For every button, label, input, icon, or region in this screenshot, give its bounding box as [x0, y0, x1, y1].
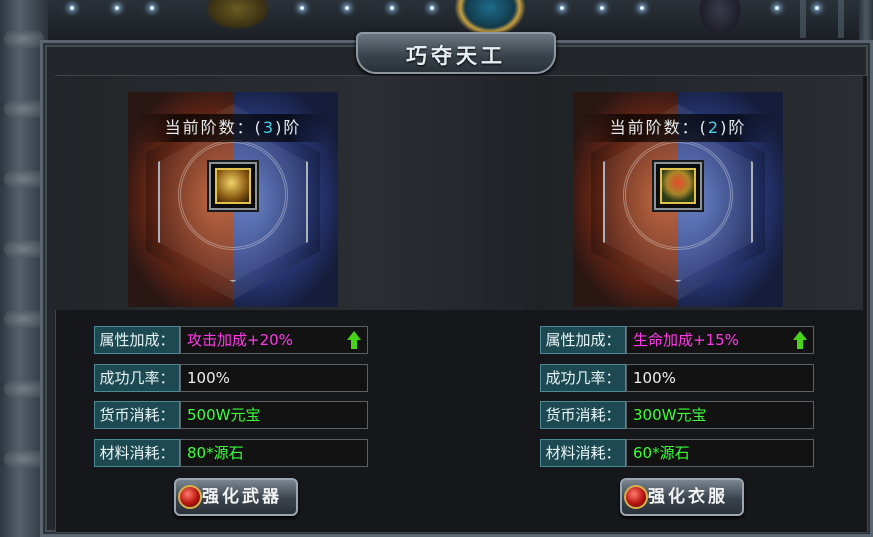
currency-cost-value: 500W元宝	[180, 401, 368, 429]
scene-pillar	[838, 0, 844, 38]
currency-cost-label: 货币消耗：	[540, 401, 626, 429]
material-cost-value: 60*源石	[626, 439, 814, 467]
window-title: 巧夺天工	[406, 43, 506, 68]
attribute-bonus-text: 生命加成+15%	[633, 331, 739, 349]
armor-item-icon	[660, 168, 696, 204]
tier-value: 2	[707, 118, 721, 137]
scene-npc	[205, 0, 270, 30]
lamp-light	[775, 6, 779, 10]
tier-suffix: )阶	[275, 118, 302, 137]
currency-cost-label: 货币消耗：	[94, 401, 180, 429]
lamp-light	[430, 6, 434, 10]
armor-tier-label: 当前阶数：(2)阶	[583, 114, 773, 142]
attribute-bonus-text: 攻击加成+20%	[187, 331, 293, 349]
success-rate-value: 100%	[626, 364, 814, 392]
weapon-item-slot[interactable]	[209, 162, 257, 210]
pillar-ornament	[4, 170, 44, 188]
armor-item-slot[interactable]	[654, 162, 702, 210]
tier-suffix: )阶	[720, 118, 747, 137]
scene-npc	[700, 0, 740, 34]
material-cost-label: 材料消耗：	[540, 439, 626, 467]
pillar-ornament	[4, 310, 44, 328]
tier-prefix: 当前阶数：(	[164, 118, 263, 137]
lamp-light	[390, 6, 394, 10]
enhance-weapon-button[interactable]: 强化武器	[174, 478, 298, 516]
window-title-plate: 巧夺天工	[356, 32, 556, 74]
material-cost-label: 材料消耗：	[94, 439, 180, 467]
enhance-armor-button[interactable]: 强化衣服	[620, 478, 744, 516]
weapon-tier-label: 当前阶数：(3)阶	[138, 114, 328, 142]
enhance-weapon-label: 强化武器	[202, 487, 282, 507]
success-rate-label: 成功几率：	[94, 364, 180, 392]
attribute-bonus-label: 属性加成：	[540, 326, 626, 354]
lamp-light	[345, 6, 349, 10]
currency-cost-value: 300W元宝	[626, 401, 814, 429]
scene-pillar	[800, 0, 806, 38]
success-rate-value: 100%	[180, 364, 368, 392]
lamp-light	[70, 6, 74, 10]
attribute-bonus-value: 攻击加成+20%	[180, 326, 368, 354]
pillar-ornament	[4, 380, 44, 398]
tier-prefix: 当前阶数：(	[609, 118, 708, 137]
lamp-light	[815, 6, 819, 10]
enhance-armor-label: 强化衣服	[648, 487, 728, 507]
attribute-bonus-label: 属性加成：	[94, 326, 180, 354]
scene-player-character	[455, 0, 525, 36]
red-gem-icon	[178, 485, 202, 509]
tier-value: 3	[262, 118, 276, 137]
material-cost-value: 80*源石	[180, 439, 368, 467]
up-arrow-icon	[793, 331, 807, 349]
lamp-light	[600, 6, 604, 10]
pillar-ornament	[4, 100, 44, 118]
weapon-item-icon	[215, 168, 251, 204]
up-arrow-icon	[347, 331, 361, 349]
success-rate-label: 成功几率：	[540, 364, 626, 392]
lamp-light	[560, 6, 564, 10]
red-gem-icon	[624, 485, 648, 509]
pillar-ornament	[4, 450, 44, 468]
lamp-light	[640, 6, 644, 10]
lamp-light	[150, 6, 154, 10]
lamp-light	[300, 6, 304, 10]
attribute-bonus-value: 生命加成+15%	[626, 326, 814, 354]
pillar-ornament	[4, 240, 44, 258]
pillar-ornament	[4, 30, 44, 48]
lamp-light	[115, 6, 119, 10]
